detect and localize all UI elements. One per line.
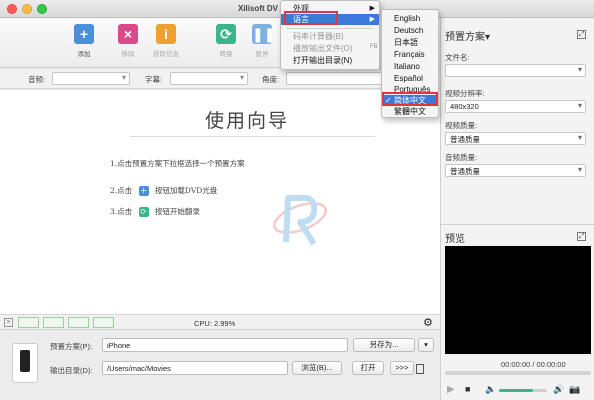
status-bar: × CPU: 2.99% ⚙ (0, 314, 440, 330)
audio-quality-select[interactable]: 普通质量 (445, 164, 586, 177)
add-button[interactable]: + 添加 (66, 24, 102, 58)
shortcut-hint: FB (370, 44, 378, 50)
output-dir-label: 输出目录(D): (50, 366, 93, 375)
filename-input[interactable] (445, 64, 586, 77)
wizard-step-2: 2.点击 + 按钮加载DVD光盘 (110, 186, 218, 196)
seek-bar[interactable] (445, 371, 591, 375)
highlight-box (284, 11, 338, 25)
wizard-step-1: 1.点击预置方案下拉框选择一个预置方案 (110, 159, 245, 168)
track-filter-row: 音频: 字幕: 角度: (0, 69, 440, 89)
wizard-title: 使用向导 (205, 110, 290, 132)
close-window-button[interactable] (7, 4, 17, 14)
cpu-graph (43, 317, 64, 328)
divider (130, 136, 375, 137)
save-as-button[interactable]: 另存为... (353, 338, 415, 352)
resolution-select[interactable]: 480x320 (445, 100, 586, 113)
watermark-logo (273, 195, 327, 246)
window-title: Xilisoft DV (238, 4, 279, 13)
file-icon[interactable] (416, 364, 424, 374)
output-dir-select[interactable]: /Users/mac/Movies (102, 361, 288, 375)
menu-item-espanol[interactable]: Español (382, 73, 438, 84)
profile-label: 预置方案(P): (50, 342, 93, 351)
gear-icon[interactable]: ⚙ (423, 316, 433, 329)
filename-label: 文件名: (445, 53, 470, 62)
highlight-box (382, 92, 438, 106)
audio-select[interactable] (52, 72, 130, 85)
volume-up-icon[interactable]: 🔊 (553, 384, 564, 395)
menu-item-deutsch[interactable]: Deutsch (382, 25, 438, 36)
angle-label: 角度: (262, 75, 280, 84)
menu-item-english[interactable]: English (382, 13, 438, 24)
video-quality-label: 视频质量: (445, 121, 478, 130)
menu-item-traditional-chinese[interactable]: 繁體中文 (382, 106, 438, 117)
expand-icon[interactable]: ⤢ (577, 232, 586, 241)
preview-video (445, 246, 591, 354)
menu-item-japanese[interactable]: 日本語 (382, 37, 438, 48)
browse-button[interactable]: 浏览(B)... (292, 361, 342, 375)
audio-label: 音频: (28, 75, 46, 84)
pause-button[interactable]: ❚❚ 暂停 (244, 24, 280, 58)
cpu-graph (68, 317, 89, 328)
cpu-graph (93, 317, 114, 328)
get-info-button[interactable]: i 获取信息 (148, 24, 184, 58)
plus-icon: + (74, 24, 94, 44)
volume-slider[interactable] (499, 389, 547, 392)
chevron-down-icon[interactable]: ▾ (418, 338, 434, 352)
menu-item-play-output[interactable]: 播放输出文件(O) (281, 43, 379, 54)
menu-item-open-output-dir[interactable]: 打开输出目录(N) (281, 55, 379, 66)
profile-select[interactable]: iPhone (102, 338, 348, 352)
menu-separator (287, 28, 373, 29)
camera-icon[interactable]: 📷 (569, 384, 580, 395)
subtitle-label: 字幕: (145, 75, 163, 84)
remove-button[interactable]: × 移除 (110, 24, 146, 58)
zoom-window-button[interactable] (37, 4, 47, 14)
play-icon[interactable]: ▶ (447, 384, 455, 395)
playback-time: 00:00:00 / 00:00:00 (501, 360, 566, 369)
convert-icon: ⟳ (216, 24, 236, 44)
wizard-panel: 使用向导 1.点击预置方案下拉框选择一个预置方案 2.点击 + 按钮加载DVD光… (0, 90, 440, 314)
close-icon[interactable]: × (4, 318, 13, 327)
start-convert-button[interactable]: >>> (390, 361, 414, 375)
chevron-right-icon: ▶ (369, 16, 375, 23)
remove-icon: × (118, 24, 138, 44)
subtitle-select[interactable] (170, 72, 248, 85)
output-settings-panel: 预置方案(P): iPhone 另存为... ▾ 输出目录(D): /Users… (0, 331, 440, 400)
open-button[interactable]: 打开 (352, 361, 384, 375)
device-icon (12, 343, 38, 383)
chevron-right-icon: ▶ (369, 5, 375, 12)
divider (441, 224, 594, 225)
pause-icon: ❚❚ (252, 24, 276, 44)
menu-item-francais[interactable]: Français (382, 49, 438, 60)
preset-panel-title[interactable]: 预置方案▾ (445, 28, 490, 43)
convert-button[interactable]: ⟳ 转换 (208, 24, 244, 58)
minimize-window-button[interactable] (22, 4, 32, 14)
audio-quality-label: 音频质量: (445, 153, 478, 162)
wizard-step-3: 3.点击 ⟳ 按钮开始翻录 (110, 207, 200, 217)
info-icon: i (156, 24, 176, 44)
convert-icon: ⟳ (138, 207, 149, 217)
preview-title: 预览 (445, 234, 465, 245)
volume-icon[interactable]: 🔈 (485, 384, 496, 395)
preset-panel: 预置方案▾ ⤢ 文件名: 视频分辨率: 480x320 视频质量: 普通质量 音… (440, 18, 594, 400)
cpu-graph (18, 317, 39, 328)
menu-item-italiano[interactable]: Italiano (382, 61, 438, 72)
resolution-label: 视频分辨率: (445, 89, 485, 98)
expand-icon[interactable]: ⤢ (577, 30, 586, 39)
menu-item-bitrate-calculator[interactable]: 码率计算器(B) (281, 31, 379, 42)
plus-icon: + (138, 186, 149, 196)
stop-icon[interactable]: ■ (465, 384, 470, 394)
video-quality-select[interactable]: 普通质量 (445, 132, 586, 145)
cpu-usage: CPU: 2.99% (194, 319, 236, 328)
